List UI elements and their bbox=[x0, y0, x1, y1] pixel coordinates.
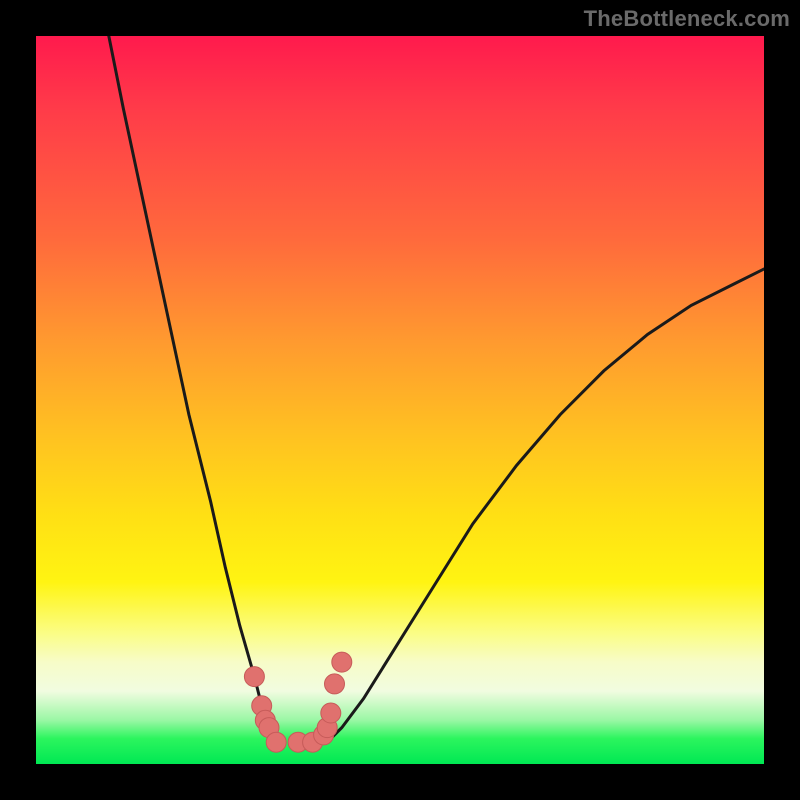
curve-left-branch bbox=[109, 36, 284, 742]
scatter-point bbox=[321, 703, 341, 723]
curve-group bbox=[109, 36, 764, 742]
chart-frame: TheBottleneck.com bbox=[0, 0, 800, 800]
plot-area bbox=[36, 36, 764, 764]
scatter-point bbox=[325, 674, 345, 694]
scatter-point bbox=[266, 732, 286, 752]
scatter-point bbox=[332, 652, 352, 672]
scatter-group bbox=[244, 652, 351, 752]
chart-svg bbox=[36, 36, 764, 764]
watermark-text: TheBottleneck.com bbox=[584, 6, 790, 32]
curve-right-branch bbox=[327, 269, 764, 742]
scatter-point bbox=[244, 667, 264, 687]
